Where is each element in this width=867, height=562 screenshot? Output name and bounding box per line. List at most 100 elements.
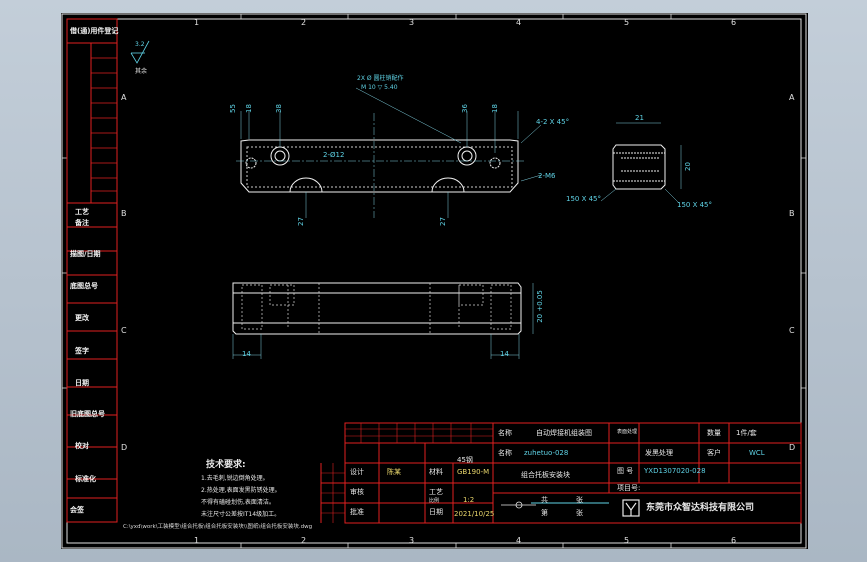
drawing-no: YXD1307020-028 — [644, 467, 706, 475]
sheet-inner-border — [66, 18, 802, 544]
part-code: zuhetuo-028 — [524, 449, 569, 457]
left-label-sign: 签字 — [75, 347, 89, 355]
material-label: 材料 — [429, 468, 443, 476]
project-label: 名称 — [498, 429, 512, 437]
left-label-proofread: 校对 — [75, 442, 89, 450]
designer-label: 设计 — [350, 468, 364, 476]
scale-label: 比例 — [429, 498, 440, 504]
col-marker-6: 6 — [731, 18, 737, 27]
dim-phi12: 2-Ø12 — [323, 151, 345, 159]
sheet-total: 共 — [541, 496, 548, 504]
dim-20: 20 — [683, 162, 692, 171]
qty-label: 数量 — [707, 429, 721, 437]
row-marker-c-right: C — [789, 326, 795, 335]
col-marker-1: 1 — [194, 18, 200, 27]
drawing-date: 2021/10/25 — [454, 510, 495, 518]
row-marker-c: C — [121, 326, 127, 335]
sheet-current: 第 — [541, 509, 548, 517]
file-path: C:\yxd\work\工装模型\组合托板\组合托板安装块\\图纸\组合托板安装… — [123, 524, 313, 530]
left-label-craft: 工艺 — [75, 208, 89, 216]
app-frame: 1 2 3 4 5 6 1 2 3 4 5 6 A B C D A B C D … — [0, 0, 867, 562]
craft-label: 工艺 — [429, 488, 443, 496]
date-label: 日期 — [429, 508, 443, 516]
dim-14-right: 14 — [500, 350, 509, 358]
col-marker-3-bottom: 3 — [409, 536, 415, 545]
left-label-base-number: 底图总号 — [70, 282, 98, 290]
left-label-trace-date: 描图/日期 — [70, 250, 101, 258]
front-view-hidden — [241, 283, 512, 334]
standard-code: GB190-M — [457, 468, 490, 476]
left-block-hatch — [91, 57, 117, 192]
dim-20-tol: 20 +0.05 — [535, 290, 544, 323]
surface-finish-label: 其余 — [135, 68, 148, 75]
dim-m6: 2-M6 — [538, 172, 556, 180]
surface-label: 表面处理 — [617, 429, 638, 435]
material-value: 45钢 — [457, 456, 473, 464]
approve-label: 批准 — [350, 508, 364, 516]
dim-14-left: 14 — [242, 350, 251, 358]
col-marker-5: 5 — [624, 18, 630, 27]
front-view-dims — [232, 283, 534, 359]
sheet-total-unit: 张 — [576, 496, 583, 504]
dim-pin-note: 2X Ø 圆柱销配作 — [357, 75, 404, 82]
projection-symbol — [501, 501, 536, 509]
left-label-date: 日期 — [75, 379, 89, 387]
dim-thread-note: M 10 ▽ 5.40 — [361, 84, 398, 91]
dim-chamfer-left: 150 X 45° — [566, 195, 602, 203]
tech-req-line-1: 1.去毛刺,锐边倒角处理。 — [201, 475, 269, 482]
tech-req-line-4: 未注尺寸公差按IT14级加工。 — [201, 511, 281, 518]
part-name: 组合托板安装块 — [521, 471, 570, 479]
dim-chamfer: 4-2 X 45° — [536, 118, 570, 126]
row-marker-a-right: A — [789, 93, 795, 102]
dim-18-right: 18 — [490, 104, 499, 113]
project-value: 自动焊接机组装图 — [536, 429, 592, 437]
customer-label: 客户 — [707, 449, 721, 457]
left-label-registration: 借(通)用件登记 — [70, 27, 119, 35]
col-marker-1-bottom: 1 — [194, 536, 200, 545]
col-marker-6-bottom: 6 — [731, 536, 737, 545]
part-name-label: 名称 — [498, 449, 512, 457]
row-marker-a: A — [121, 93, 127, 102]
row-marker-d-right: D — [789, 443, 796, 452]
scale-value: 1:2 — [463, 496, 475, 504]
dim-27-left: 27 — [296, 217, 305, 226]
project-no-label: 项目号: — [617, 484, 641, 492]
row-marker-d: D — [121, 443, 128, 452]
dim-36: 36 — [460, 104, 469, 113]
front-view — [232, 282, 522, 335]
tech-req-line-2: 2.热处理,表面发黑防锈处理。 — [201, 487, 281, 494]
left-label-change: 更改 — [75, 314, 89, 322]
col-marker-5-bottom: 5 — [624, 536, 630, 545]
surface-value: 发黑处理 — [645, 449, 673, 457]
qty-value: 1件/套 — [736, 429, 757, 437]
row-marker-b-right: B — [789, 209, 795, 218]
side-view — [612, 144, 666, 190]
col-marker-2-bottom: 2 — [301, 536, 307, 545]
sheet-current-unit: 张 — [576, 509, 583, 517]
left-label-standardize: 标准化 — [75, 475, 96, 483]
col-marker-4-bottom: 4 — [516, 536, 522, 545]
col-marker-3: 3 — [409, 18, 415, 27]
check-label: 审核 — [350, 488, 364, 496]
dim-55: 55 — [228, 104, 237, 113]
company-name: 东莞市众智达科技有限公司 — [646, 503, 755, 513]
company-logo-icon — [622, 499, 640, 517]
dim-27-right: 27 — [438, 217, 447, 226]
surface-finish-value: 3.2 — [135, 41, 145, 48]
col-marker-4: 4 — [516, 18, 522, 27]
dim-38: 38 — [274, 104, 283, 113]
left-label-countersign: 会签 — [70, 506, 84, 514]
drawing-no-label: 图 号 — [617, 467, 634, 475]
left-label-old-base: 旧底图总号 — [70, 410, 105, 418]
top-view — [236, 113, 524, 218]
tech-req-line-3: 不得有磕碰划伤,表面清洁。 — [201, 499, 275, 506]
dim-21: 21 — [635, 114, 644, 122]
col-marker-2: 2 — [301, 18, 307, 27]
dim-chamfer-right: 150 X 45° — [677, 201, 713, 209]
left-label-remark: 备注 — [75, 219, 89, 227]
row-marker-b: B — [121, 209, 127, 218]
drawing-canvas[interactable]: 1 2 3 4 5 6 1 2 3 4 5 6 A B C D A B C D … — [61, 13, 808, 549]
dim-18-left: 18 — [244, 104, 253, 113]
tech-req-title: 技术要求: — [206, 460, 246, 470]
customer-value: WCL — [749, 449, 765, 457]
